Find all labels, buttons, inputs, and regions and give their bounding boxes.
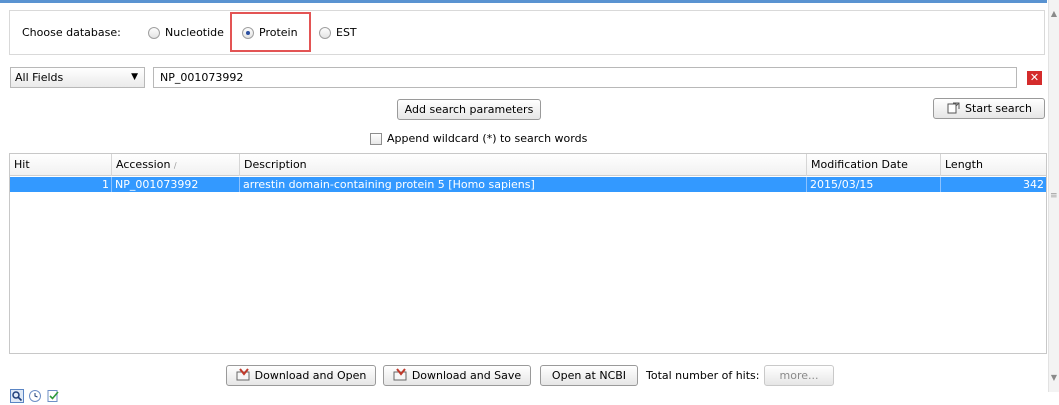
field-select[interactable]: All Fields ▼ — [10, 67, 145, 88]
history-icon[interactable] — [28, 389, 42, 403]
scroll-down-icon[interactable]: ▼ — [1049, 372, 1059, 384]
status-icon-bar — [10, 389, 60, 403]
download-and-save-button[interactable]: Download and Save — [383, 365, 531, 386]
wildcard-label[interactable]: Append wildcard (*) to search words — [387, 132, 587, 145]
radio-est-icon[interactable] — [319, 26, 331, 39]
protein-highlight-box — [230, 12, 311, 52]
column-header-description[interactable]: Description — [240, 154, 807, 176]
cell-modification-date[interactable]: 2015/03/15 — [807, 177, 941, 192]
radio-nucleotide[interactable]: Nucleotide — [148, 26, 224, 39]
download-and-open-label: Download and Open — [254, 369, 367, 382]
start-search-button[interactable]: Start search — [933, 98, 1045, 119]
radio-est[interactable]: EST — [319, 26, 357, 39]
column-header-modification-date[interactable]: Modification Date — [807, 154, 941, 176]
download-save-icon — [393, 368, 407, 381]
download-open-icon — [236, 368, 250, 381]
cell-length[interactable]: 342 — [941, 177, 1046, 192]
column-header-accession-label: Accession — [116, 158, 171, 171]
more-button[interactable]: more... — [764, 365, 834, 386]
sort-indicator-icon: ∕ — [173, 161, 177, 170]
download-and-save-label: Download and Save — [411, 369, 522, 382]
cell-description[interactable]: arrestin domain-containing protein 5 [Ho… — [240, 177, 807, 192]
wildcard-option[interactable]: Append wildcard (*) to search words — [370, 132, 587, 145]
table-row[interactable]: 1 NP_001073992 arrestin domain-containin… — [10, 177, 1046, 192]
table-header: Hit Accession ∕ Description Modification… — [10, 154, 1046, 176]
top-border — [0, 0, 1047, 3]
search-input[interactable] — [153, 67, 1017, 88]
scroll-grip-icon[interactable]: ≡ — [1050, 190, 1058, 202]
database-label: Choose database: — [22, 26, 121, 39]
total-hits-label: Total number of hits: 1 — [646, 369, 770, 382]
scroll-up-icon[interactable]: ▲ — [1049, 8, 1059, 20]
add-search-parameters-button[interactable]: Add search parameters — [397, 99, 541, 120]
cell-hit[interactable]: 1 — [10, 177, 112, 192]
column-header-accession[interactable]: Accession ∕ — [112, 154, 240, 176]
search-icon[interactable] — [10, 389, 24, 403]
chevron-down-icon[interactable]: ▼ — [131, 68, 138, 87]
column-header-hit[interactable]: Hit — [10, 154, 112, 176]
radio-nucleotide-icon[interactable] — [148, 26, 160, 39]
wildcard-checkbox[interactable] — [370, 132, 382, 145]
column-header-length[interactable]: Length — [941, 154, 1046, 176]
clear-icon[interactable]: ✕ — [1027, 71, 1042, 85]
start-search-label: Start search — [965, 102, 1032, 115]
radio-nucleotide-label[interactable]: Nucleotide — [165, 26, 224, 39]
radio-est-label[interactable]: EST — [336, 26, 357, 39]
field-select-value: All Fields — [15, 71, 64, 84]
cell-accession[interactable]: NP_001073992 — [112, 177, 240, 192]
database-chooser: Choose database: Nucleotide Protein EST — [9, 10, 1045, 55]
download-and-open-button[interactable]: Download and Open — [226, 365, 376, 386]
checklist-icon[interactable] — [46, 389, 60, 403]
open-at-ncbi-button[interactable]: Open at NCBI — [540, 365, 638, 386]
start-search-icon — [947, 102, 960, 114]
results-table: Hit Accession ∕ Description Modification… — [9, 153, 1047, 354]
